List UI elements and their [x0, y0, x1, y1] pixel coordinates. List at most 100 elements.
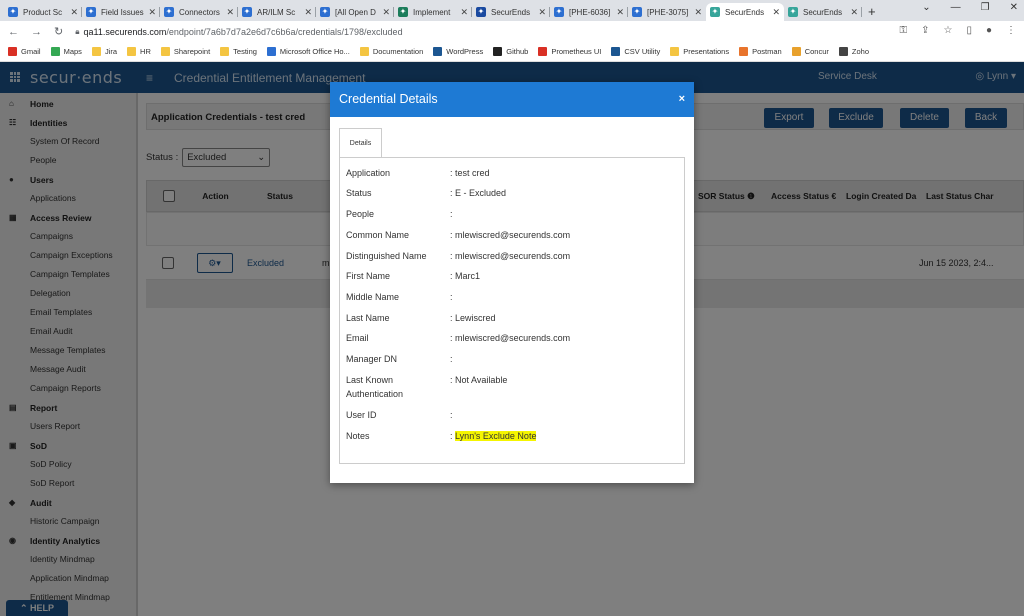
close-tab-icon[interactable]: ✕ [694, 7, 702, 18]
tab-details[interactable]: Details [339, 128, 382, 157]
url-host: qa11.securends.com [83, 26, 167, 37]
browser-tab[interactable]: ✦ AR/ILM Sc ✕ [238, 3, 316, 21]
detail-label: Middle Name [346, 292, 400, 302]
bookmark-item[interactable]: Jira [91, 47, 118, 56]
detail-row: Manager DN: [346, 352, 453, 366]
bookmark-icon [433, 47, 443, 56]
bookmark-item[interactable]: Microsoft Office Ho... [266, 47, 350, 56]
bookmark-label: Postman [752, 47, 782, 56]
bookmark-label: CSV Utility [624, 47, 661, 56]
bookmark-icon [739, 47, 749, 56]
tab-favicon-icon: ✦ [320, 7, 330, 17]
close-tab-icon[interactable]: ✕ [304, 7, 312, 18]
detail-row: Status: E - Excluded [346, 186, 506, 200]
detail-label: Last Known Authentication [346, 375, 404, 399]
browser-tab[interactable]: ✦ Connectors ✕ [160, 3, 238, 21]
close-tab-icon[interactable]: ✕ [538, 7, 546, 18]
restore-icon[interactable]: ❐ [981, 2, 990, 13]
browser-tab[interactable]: ✦ Field Issues ✕ [82, 3, 160, 21]
close-icon[interactable]: ✕ [1010, 2, 1018, 13]
bookmark-icon [611, 47, 621, 56]
bookmark-item[interactable]: Testing [220, 47, 257, 56]
window-controls: ⌄ — ❐ ✕ [922, 2, 1018, 13]
new-tab-icon[interactable]: + [868, 3, 876, 21]
detail-value: : Marc1 [450, 271, 481, 281]
menu-dots-icon[interactable]: ⋮ [1006, 25, 1016, 36]
bookmark-item[interactable]: Zoho [838, 47, 869, 56]
close-tab-icon[interactable]: ✕ [616, 7, 624, 18]
back-arrow-icon[interactable]: ← [8, 26, 19, 38]
star-icon[interactable]: ☆ [943, 25, 952, 36]
detail-row: Last Known Authentication: Not Available [346, 373, 507, 401]
bookmark-item[interactable]: Maps [50, 47, 82, 56]
browser-tab-bar: ✦ Product Sc ✕ ✦ Field Issues ✕ ✦ Connectors ✕ ✦ A… [0, 0, 1024, 21]
credential-details-modal: Credential Details × Details Application… [330, 82, 694, 483]
detail-value: : test cred [450, 168, 490, 178]
close-tab-icon[interactable]: ✕ [850, 7, 858, 18]
browser-tab[interactable]: ✦ [PHE-6036] ✕ [550, 3, 628, 21]
bookmark-item[interactable]: Presentations [670, 47, 729, 56]
tab-label: [PHE-3075] [647, 7, 689, 17]
url-field[interactable]: qa11.securends.com/endpoint/7a6b7d7a2e6d… [83, 27, 402, 37]
bookmark-item[interactable]: WordPress [433, 47, 483, 56]
details-panel: Application : test cred Status: E - Exclud… [339, 157, 685, 464]
bookmark-item[interactable]: Prometheus UI [538, 47, 601, 56]
tab-favicon-icon: ✦ [242, 7, 252, 17]
detail-label: First Name [346, 271, 391, 281]
reload-icon[interactable]: ↻ [54, 25, 63, 38]
forward-arrow-icon[interactable]: → [31, 26, 42, 38]
chevron-down-icon[interactable]: ⌄ [922, 2, 930, 13]
bookmark-icon [838, 47, 848, 56]
detail-label: Email [346, 333, 369, 343]
close-tab-icon[interactable]: ✕ [148, 7, 156, 18]
detail-value: : mlewiscred@securends.com [450, 230, 571, 240]
browser-tab[interactable]: ✦ SecurEnds ✕ [472, 3, 550, 21]
close-tab-icon[interactable]: ✕ [460, 7, 468, 18]
bookmark-item[interactable]: Gmail [8, 47, 41, 56]
bookmark-label: Zoho [851, 47, 869, 56]
browser-tab[interactable]: ✦ SecurEnds ✕ [706, 3, 784, 21]
tab-favicon-icon: ✦ [164, 7, 174, 17]
bookmark-label: Testing [233, 47, 257, 56]
lock-icon[interactable]: 🔒︎ [75, 27, 79, 37]
modal-header: Credential Details × [330, 82, 694, 117]
tab-label: Field Issues [101, 7, 144, 17]
bookmark-item[interactable]: Documentation [359, 47, 424, 56]
bookmark-item[interactable]: Concur [791, 47, 829, 56]
bookmark-item[interactable]: HR [127, 47, 151, 56]
bookmark-item[interactable]: Postman [739, 47, 782, 56]
browser-tab[interactable]: ✦ [All Open D ✕ [316, 3, 394, 21]
detail-value: : E - Excluded [450, 188, 507, 198]
bookmark-icon [50, 47, 60, 56]
minimize-icon[interactable]: — [951, 2, 961, 13]
sidepanel-icon[interactable]: ▯ [966, 25, 972, 36]
detail-label: Application [346, 168, 391, 178]
browser-tab[interactable]: ✦ Implement ✕ [394, 3, 472, 21]
modal-title: Credential Details [339, 92, 438, 106]
bookmark-item[interactable]: Github [493, 47, 528, 56]
detail-value: : [450, 354, 453, 364]
bookmark-label: Jira [104, 47, 118, 56]
close-tab-icon[interactable]: ✕ [70, 7, 78, 18]
bookmark-icon [160, 47, 170, 56]
browser-tab[interactable]: ✦ [PHE-3075] ✕ [628, 3, 706, 21]
bookmark-item[interactable]: Sharepoint [160, 47, 210, 56]
close-tab-icon[interactable]: ✕ [226, 7, 234, 18]
share-icon[interactable]: ⇪ [921, 25, 929, 36]
url-path: /endpoint/7a6b7d7a2e6d7c6b6a/credentials… [166, 26, 403, 37]
browser-tab[interactable]: ✦ Product Sc ✕ [4, 3, 82, 21]
detail-label: User ID [346, 410, 377, 420]
tab-label: Implement [413, 7, 451, 17]
key-icon[interactable]: ⚿ [899, 25, 907, 36]
browser-tab[interactable]: ✦ SecurEnds ✕ [784, 3, 862, 21]
detail-row: Last Name: Lewiscred [346, 311, 496, 325]
bookmark-item[interactable]: CSV Utility [611, 47, 660, 56]
close-icon[interactable]: × [679, 82, 685, 117]
bookmark-label: Github [506, 47, 529, 56]
tab-label: [All Open D [335, 7, 376, 17]
bookmark-label: Documentation [372, 47, 424, 56]
profile-icon[interactable]: ● [986, 25, 992, 36]
close-tab-icon[interactable]: ✕ [772, 7, 780, 18]
bookmark-icon [538, 47, 548, 56]
close-tab-icon[interactable]: ✕ [382, 7, 390, 18]
